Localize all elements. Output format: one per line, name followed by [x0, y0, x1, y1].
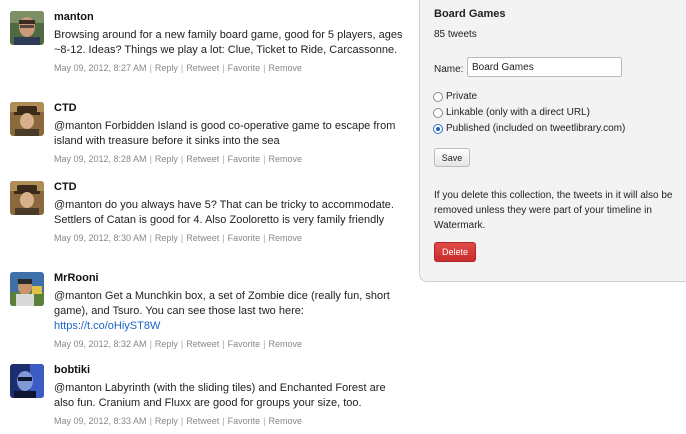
tweet-link[interactable]: https://t.co/oHiyST8W — [54, 320, 160, 332]
tweet-meta: May 09, 2012, 8:28 AM | Reply | Retweet | Favo… — [54, 154, 404, 165]
avatar[interactable] — [10, 102, 44, 136]
separator: | — [180, 63, 184, 73]
remove-link[interactable]: Remove — [269, 416, 303, 426]
tweet-body: CTD @manton do you always have 5? That c… — [54, 181, 404, 244]
avatar[interactable] — [10, 181, 44, 215]
retweet-link[interactable]: Retweet — [186, 233, 219, 243]
separator: | — [180, 416, 184, 426]
tweet-meta: May 09, 2012, 8:33 AM | Reply | Retweet | Favo… — [54, 416, 404, 427]
collection-name-input[interactable] — [467, 57, 622, 77]
separator: | — [180, 154, 184, 164]
tweet-username[interactable]: CTD — [54, 102, 404, 115]
separator: | — [263, 339, 266, 349]
radio-published[interactable]: Published (included on tweetlibrary.com) — [433, 123, 625, 134]
radio-button-selected[interactable] — [433, 123, 443, 134]
tweet-body: CTD @manton Forbidden Island is good co-… — [54, 102, 404, 165]
avatar[interactable] — [10, 272, 44, 306]
name-label: Name: — [434, 64, 464, 75]
tweet-body: bobtiki @manton Labyrinth (with the slid… — [54, 364, 404, 427]
retweet-link[interactable]: Retweet — [186, 339, 219, 349]
tweet-text: Browsing around for a new family board g… — [54, 29, 403, 56]
tweet-username[interactable]: CTD — [54, 181, 404, 194]
radio-private[interactable]: Private — [433, 91, 477, 102]
favorite-link[interactable]: Favorite — [228, 233, 261, 243]
tweet-count: 85 tweets — [434, 29, 477, 40]
favorite-link[interactable]: Favorite — [228, 339, 261, 349]
separator: | — [180, 339, 184, 349]
radio-label: Linkable (only with a direct URL) — [446, 107, 590, 118]
separator: | — [222, 233, 225, 243]
tweet-text-body: @manton Get a Munchkin box, a set of Zom… — [54, 290, 390, 317]
reply-link[interactable]: Reply — [155, 63, 178, 73]
tweet-username[interactable]: manton — [54, 11, 404, 24]
separator: | — [263, 154, 266, 164]
tweet-text: @manton Labyrinth (with the sliding tile… — [54, 382, 386, 409]
favorite-link[interactable]: Favorite — [228, 416, 261, 426]
radio-label: Private — [446, 91, 478, 102]
separator: | — [263, 233, 266, 243]
tweet-meta: May 09, 2012, 8:30 AM | Reply | Retweet | Favo… — [54, 233, 404, 244]
retweet-link[interactable]: Retweet — [186, 154, 219, 164]
save-button[interactable]: Save — [434, 148, 470, 167]
avatar[interactable] — [10, 11, 44, 45]
separator: | — [149, 339, 152, 349]
separator: | — [149, 63, 152, 73]
radio-label: Published (included on tweetlibrary.com) — [446, 123, 626, 134]
favorite-link[interactable]: Favorite — [228, 154, 261, 164]
tweet-text: @manton Get a Munchkin box, a set of Zom… — [54, 289, 404, 334]
separator: | — [180, 233, 184, 243]
tweet-body: manton Browsing around for a new family … — [54, 11, 404, 74]
collection-title: Board Games — [434, 8, 506, 20]
tweet-date[interactable]: May 09, 2012, 8:28 AM — [54, 154, 147, 164]
tweet-meta: May 09, 2012, 8:32 AM | Reply | Retweet | Favo… — [54, 339, 404, 350]
radio-linkable[interactable]: Linkable (only with a direct URL) — [433, 107, 590, 118]
tweet-date[interactable]: May 09, 2012, 8:32 AM — [54, 339, 147, 349]
avatar[interactable] — [10, 364, 44, 398]
retweet-link[interactable]: Retweet — [186, 416, 219, 426]
remove-link[interactable]: Remove — [269, 233, 303, 243]
delete-button[interactable]: Delete — [434, 242, 476, 262]
separator: | — [222, 416, 225, 426]
separator: | — [149, 154, 152, 164]
tweet-date[interactable]: May 09, 2012, 8:30 AM — [54, 233, 147, 243]
tweet-text: @manton Forbidden Island is good co-oper… — [54, 120, 396, 147]
separator: | — [263, 416, 266, 426]
tweet-username[interactable]: MrRooni — [54, 272, 404, 285]
tweet-list: manton Browsing around for a new family … — [0, 0, 418, 434]
reply-link[interactable]: Reply — [155, 339, 178, 349]
separator: | — [222, 154, 225, 164]
remove-link[interactable]: Remove — [269, 339, 303, 349]
radio-button[interactable] — [433, 107, 443, 118]
separator: | — [263, 63, 266, 73]
separator: | — [222, 339, 225, 349]
reply-link[interactable]: Reply — [155, 154, 178, 164]
separator: | — [149, 416, 152, 426]
radio-button[interactable] — [433, 91, 443, 102]
tweet-username[interactable]: bobtiki — [54, 364, 404, 377]
remove-link[interactable]: Remove — [269, 154, 303, 164]
tweet-date[interactable]: May 09, 2012, 8:27 AM — [54, 63, 147, 73]
reply-link[interactable]: Reply — [155, 233, 178, 243]
remove-link[interactable]: Remove — [269, 63, 303, 73]
favorite-link[interactable]: Favorite — [228, 63, 261, 73]
tweet-meta: May 09, 2012, 8:27 AM | Reply | Retweet | Favo… — [54, 63, 404, 74]
tweet-date[interactable]: May 09, 2012, 8:33 AM — [54, 416, 147, 426]
delete-warning-text: If you delete this collection, the tweet… — [434, 190, 673, 231]
tweet-body: MrRooni @manton Get a Munchkin box, a se… — [54, 272, 404, 350]
separator: | — [222, 63, 225, 73]
collection-settings-panel: Board Games 85 tweets Name: Private Link… — [419, 0, 686, 282]
reply-link[interactable]: Reply — [155, 416, 178, 426]
retweet-link[interactable]: Retweet — [186, 63, 219, 73]
separator: | — [149, 233, 152, 243]
tweet-text: @manton do you always have 5? That can b… — [54, 199, 394, 226]
